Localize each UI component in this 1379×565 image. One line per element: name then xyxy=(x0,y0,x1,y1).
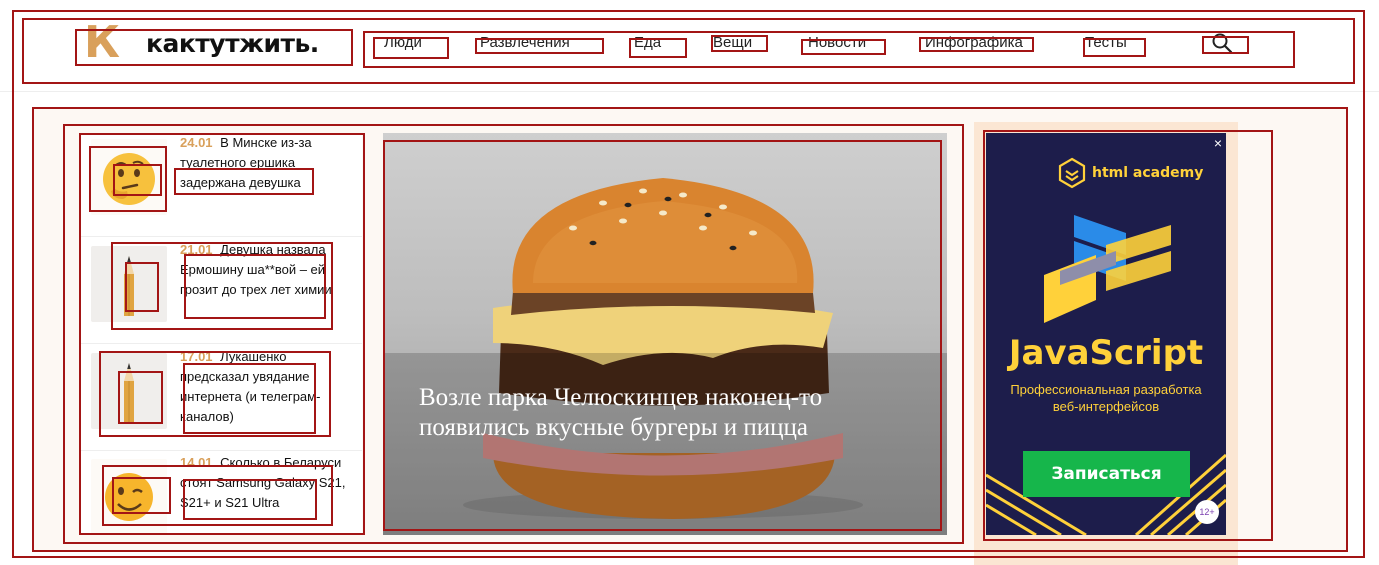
news-text: 14.01 Сколько в Беларуси стоят Samsung G… xyxy=(180,453,358,513)
pencil-icon xyxy=(124,363,134,423)
age-rating-badge: 12+ xyxy=(1195,500,1219,524)
enroll-button[interactable]: Записаться xyxy=(1023,451,1190,497)
javascript-illustration xyxy=(1044,215,1171,323)
news-text: 17.01 Лукашенко предсказал увядание инте… xyxy=(180,347,358,427)
news-item[interactable]: 24.01 В Минске из-за туалетного ершика з… xyxy=(80,133,362,237)
news-text: 24.01 В Минске из-за туалетного ершика з… xyxy=(180,133,358,193)
pencil-icon xyxy=(124,256,134,316)
nav-item-food[interactable]: Еда xyxy=(634,34,661,51)
html-academy-logo-icon xyxy=(1058,157,1086,189)
thinking-face-emoji xyxy=(103,153,155,205)
news-item[interactable]: 14.01 Сколько в Беларуси стоят Samsung G… xyxy=(80,453,362,557)
news-thumb xyxy=(91,353,167,429)
burger-image xyxy=(383,178,947,535)
hero-title: Возле парка Челюскинцев наконец-то появи… xyxy=(419,384,823,441)
news-thumb xyxy=(91,139,167,215)
news-item[interactable]: 17.01 Лукашенко предсказал увядание инте… xyxy=(80,347,362,451)
ad-title: JavaScript xyxy=(1008,333,1204,373)
nav-item-tests[interactable]: Тесты xyxy=(1085,34,1127,51)
search-icon[interactable] xyxy=(1211,32,1233,54)
nav-item-people[interactable]: Люди xyxy=(384,34,422,51)
news-date: 14.01 xyxy=(180,455,213,470)
logo-text: кактутжить. xyxy=(146,28,319,58)
news-text: 21.01 Девушка назвала Ермошину ша**вой –… xyxy=(180,240,358,300)
news-sidebar: 24.01 В Минске из-за туалетного ершика з… xyxy=(80,133,362,535)
news-thumb xyxy=(91,459,167,535)
ad-banner[interactable]: × html academy JavaScript Профессиональн… xyxy=(986,133,1226,535)
news-date: 24.01 xyxy=(180,135,213,150)
ad-brand: html academy xyxy=(1058,157,1203,189)
news-date: 17.01 xyxy=(180,349,213,364)
nav-item-things[interactable]: Вещи xyxy=(713,34,752,51)
news-date: 21.01 xyxy=(180,242,213,257)
news-thumb xyxy=(91,246,167,322)
nav-item-entertainment[interactable]: Развлечения xyxy=(480,34,570,51)
nav-item-infographics[interactable]: Инфографика xyxy=(925,34,1023,51)
site-logo[interactable]: К кактутжить. xyxy=(84,17,319,68)
logo-mark: К xyxy=(84,17,120,68)
nav-item-news[interactable]: Новости xyxy=(808,34,866,51)
news-item[interactable]: 21.01 Девушка назвала Ермошину ша**вой –… xyxy=(80,240,362,344)
ad-brand-text: html academy xyxy=(1092,165,1204,181)
winking-face-emoji xyxy=(105,473,153,521)
close-icon[interactable]: × xyxy=(1214,135,1222,151)
hero-article[interactable]: Возле парка Челюскинцев наконец-то появи… xyxy=(383,133,947,535)
